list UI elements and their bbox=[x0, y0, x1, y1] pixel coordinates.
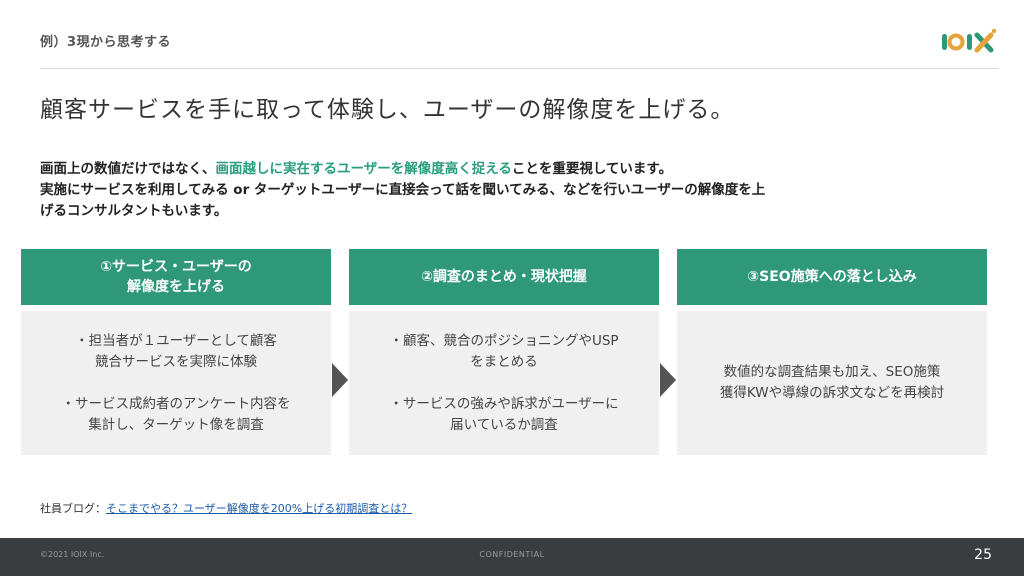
ioix-logo bbox=[942, 28, 997, 53]
arrow-right-icon bbox=[332, 363, 348, 397]
blog-reference: 社員ブログ：そこまでやる？ユーザー解像度を200%上げる初期調査とは？ bbox=[40, 500, 412, 516]
step-1-body: ・担当者が１ユーザーとして顧客 競合サービスを実際に体験 ・サービス成約者のアン… bbox=[21, 311, 331, 455]
blog-link[interactable]: そこまでやる？ユーザー解像度を200%上げる初期調査とは？ bbox=[106, 502, 412, 515]
step-3-body: 数値的な調査結果も加え、SEO施策 獲得KWや導線の訴求文などを再検討 bbox=[677, 311, 987, 455]
step-3-title: ③SEO施策への落とし込み bbox=[747, 269, 917, 285]
header-divider bbox=[40, 68, 998, 69]
step-1-point-2: ・サービス成約者のアンケート内容を 集計し、ターゲット像を調査 bbox=[61, 395, 291, 433]
lead-line-3: げるコンサルタントもいます。 bbox=[40, 203, 228, 219]
footer-bar: ©2021 IOIX Inc. CONFIDENTIAL 25 bbox=[0, 538, 1024, 576]
step-1-header: ①サービス・ユーザーの 解像度を上げる bbox=[21, 249, 331, 305]
step-2-title: ②調査のまとめ・現状把握 bbox=[421, 269, 587, 285]
step-1-title-line-2: 解像度を上げる bbox=[126, 279, 225, 295]
step-2-point-1: ・顧客、競合のポジショニングやUSP をまとめる bbox=[389, 332, 619, 370]
lead-paragraph: 画面上の数値だけではなく、画面越しに実在するユーザーを解像度高く捉えることを重要… bbox=[40, 159, 970, 222]
page-title: 顧客サービスを手に取って体験し、ユーザーの解像度を上げる。 bbox=[40, 97, 735, 123]
step-1-title-line-1: ①サービス・ユーザーの bbox=[100, 259, 252, 275]
arrow-right-icon bbox=[660, 363, 676, 397]
lead-text-2: ことを重要視しています。 bbox=[511, 161, 673, 177]
step-1-point-1: ・担当者が１ユーザーとして顧客 競合サービスを実際に体験 bbox=[75, 332, 277, 370]
lead-highlight: 画面越しに実在するユーザーを解像度高く捉える bbox=[215, 161, 512, 177]
step-2-body: ・顧客、競合のポジショニングやUSP をまとめる ・サービスの強みや訴求がユーザ… bbox=[349, 311, 659, 455]
confidential-label: CONFIDENTIAL bbox=[479, 550, 545, 559]
page-number: 25 bbox=[974, 547, 992, 563]
step-2-header: ②調査のまとめ・現状把握 bbox=[349, 249, 659, 305]
lead-text-1: 画面上の数値だけではなく、 bbox=[40, 161, 216, 177]
blog-label: 社員ブログ： bbox=[40, 502, 106, 515]
step-2-point-2: ・サービスの強みや訴求がユーザーに 届いているか調査 bbox=[389, 395, 619, 433]
step-3-point-1: 数値的な調査結果も加え、SEO施策 獲得KWや導線の訴求文などを再検討 bbox=[719, 364, 945, 401]
lead-line-2: 実施にサービスを利用してみる or ターゲットユーザーに直接会って話を聞いてみる… bbox=[40, 182, 766, 198]
section-label: 例）3現から思考する bbox=[40, 35, 172, 50]
step-3-header: ③SEO施策への落とし込み bbox=[677, 249, 987, 305]
